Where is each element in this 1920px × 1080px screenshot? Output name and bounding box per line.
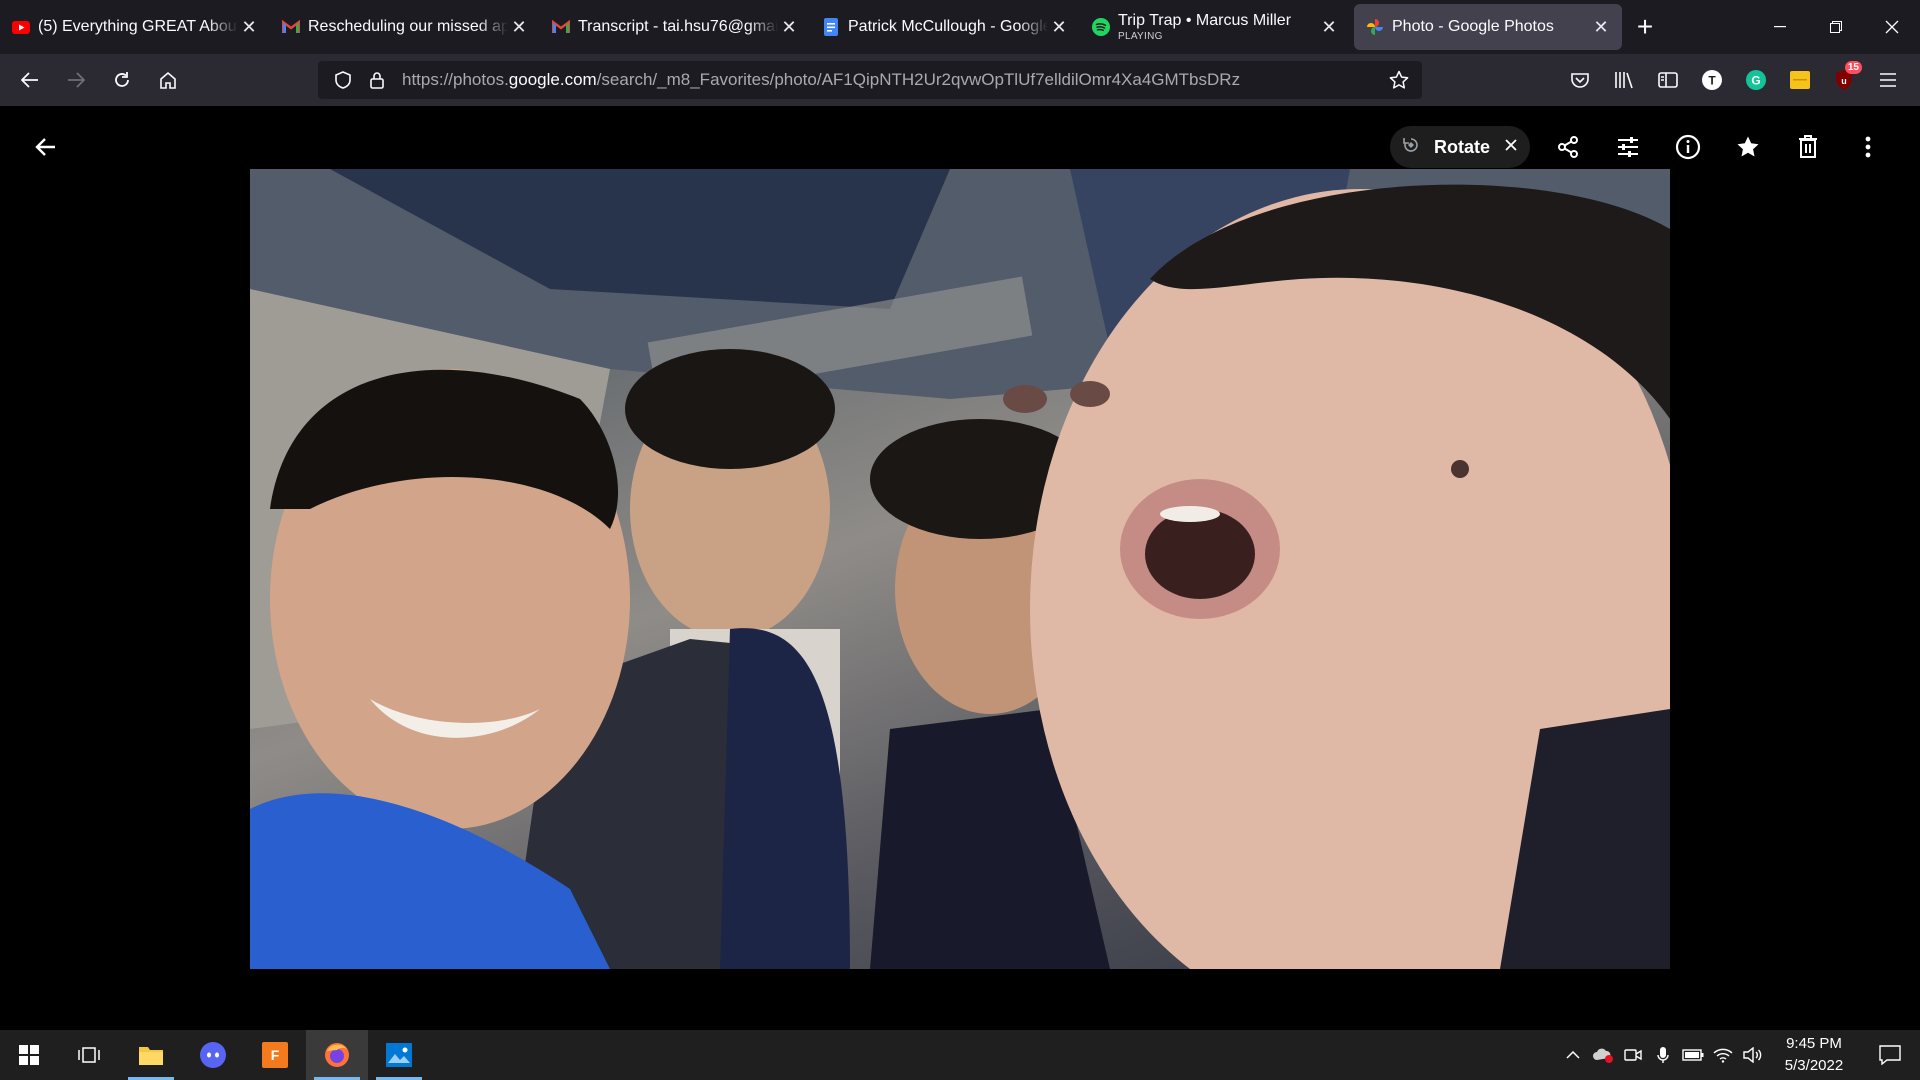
tab-title: Transcript - tai.hsu76@gmail.co <box>578 18 778 35</box>
url-path: /search/_m8_Favorites/photo/AF1QipNTH2Ur… <box>596 70 1241 89</box>
battery-icon[interactable] <box>1678 1030 1708 1080</box>
lock-icon[interactable] <box>362 65 392 95</box>
youtube-icon <box>12 18 30 36</box>
url-text: https://photos.google.com/search/_m8_Fav… <box>402 70 1240 90</box>
rotate-label: Rotate <box>1434 136 1491 157</box>
clock[interactable]: 9:45 PM 5/3/2022 <box>1768 1033 1860 1077</box>
tab-title: Trip Trap • Marcus Miller <box>1118 12 1292 29</box>
menu-hamburger-icon[interactable] <box>1866 58 1910 102</box>
tab-google-photos[interactable]: Photo - Google Photos ✕ <box>1354 4 1622 50</box>
info-icon[interactable] <box>1658 126 1718 168</box>
notification-center-icon[interactable] <box>1860 1030 1920 1080</box>
windows-taskbar: F 9:45 PM 5/3/2022 <box>0 1030 1920 1080</box>
tab-youtube[interactable]: (5) Everything GREAT About Sh ✕ <box>0 4 270 50</box>
task-view-icon[interactable] <box>58 1030 120 1080</box>
volume-icon[interactable] <box>1738 1030 1768 1080</box>
clock-time: 9:45 PM <box>1786 1035 1842 1052</box>
ublock-icon[interactable]: u 15 <box>1822 58 1866 102</box>
share-icon[interactable] <box>1538 126 1598 168</box>
gmail-icon <box>282 18 300 36</box>
rotate-button[interactable]: Rotate <box>1390 126 1530 168</box>
tab-title: Photo - Google Photos <box>1392 18 1554 35</box>
clock-date: 5/3/2022 <box>1784 1057 1844 1074</box>
tab-title: (5) Everything GREAT About Sh <box>38 18 238 35</box>
tab-gmail-transcript[interactable]: Transcript - tai.hsu76@gmail.co ✕ <box>540 4 810 50</box>
url-scheme: https://photos. <box>402 70 509 89</box>
microphone-icon[interactable] <box>1648 1030 1678 1080</box>
reload-icon[interactable] <box>100 58 144 102</box>
new-tab-button[interactable]: + <box>1622 4 1668 50</box>
close-tab-icon[interactable]: ✕ <box>508 16 530 38</box>
note-extension-icon[interactable] <box>1778 58 1822 102</box>
close-tab-icon[interactable]: ✕ <box>778 16 800 38</box>
google-docs-icon <box>822 18 840 36</box>
library-icon[interactable] <box>1602 58 1646 102</box>
firefox-taskbar-icon[interactable] <box>306 1030 368 1080</box>
photo-viewer: Rotate <box>0 106 1920 1030</box>
svg-text:G: G <box>1751 74 1760 88</box>
tracking-protection-shield-icon[interactable] <box>328 65 358 95</box>
minimize-icon[interactable] <box>1752 0 1808 54</box>
close-tab-icon[interactable]: ✕ <box>1318 16 1340 38</box>
svg-text:F: F <box>271 1047 280 1063</box>
restore-icon[interactable] <box>1808 0 1864 54</box>
edit-adjust-icon[interactable] <box>1598 126 1658 168</box>
discord-icon[interactable] <box>182 1030 244 1080</box>
close-tab-icon[interactable]: ✕ <box>1590 16 1612 38</box>
wifi-icon[interactable] <box>1708 1030 1738 1080</box>
home-icon[interactable] <box>146 58 190 102</box>
close-window-icon[interactable] <box>1864 0 1920 54</box>
close-tab-icon[interactable]: ✕ <box>1048 16 1070 38</box>
onedrive-error-icon[interactable] <box>1588 1030 1618 1080</box>
photo-image <box>250 169 1670 969</box>
gmail-icon <box>552 18 570 36</box>
photos-app-icon[interactable] <box>368 1030 430 1080</box>
windows-start-icon[interactable] <box>0 1030 58 1080</box>
google-photos-icon <box>1366 18 1384 36</box>
spotify-icon <box>1092 18 1110 36</box>
url-host: google.com <box>508 70 597 89</box>
address-bar[interactable]: https://photos.google.com/search/_m8_Fav… <box>318 61 1422 99</box>
tab-title: Rescheduling our missed appo <box>308 18 508 35</box>
favorite-star-icon[interactable] <box>1718 126 1778 168</box>
navigation-toolbar: https://photos.google.com/search/_m8_Fav… <box>0 54 1920 106</box>
bookmark-star-icon[interactable] <box>1384 65 1414 95</box>
tab-playing-label: PLAYING <box>1118 31 1163 42</box>
fusion-360-icon[interactable]: F <box>244 1030 306 1080</box>
extension-badge-count: 15 <box>1844 61 1862 74</box>
file-explorer-icon[interactable] <box>120 1030 182 1080</box>
meet-now-camera-icon[interactable] <box>1618 1030 1648 1080</box>
tab-spotify[interactable]: Trip Trap • Marcus Miller PLAYING ✕ <box>1080 4 1350 50</box>
close-tab-icon[interactable]: ✕ <box>238 16 260 38</box>
toolbar-extensions: T G u 15 <box>1558 58 1910 102</box>
system-tray: 9:45 PM 5/3/2022 <box>1558 1030 1920 1080</box>
sidebar-icon[interactable] <box>1646 58 1690 102</box>
tab-google-docs[interactable]: Patrick McCullough - Google D ✕ <box>810 4 1080 50</box>
close-rotate-icon[interactable] <box>1504 138 1518 157</box>
tab-gmail-rescheduling[interactable]: Rescheduling our missed appo ✕ <box>270 4 540 50</box>
tab-strip: (5) Everything GREAT About Sh ✕ Reschedu… <box>0 0 1920 54</box>
back-arrow-icon[interactable] <box>24 126 66 168</box>
more-options-icon[interactable] <box>1838 126 1898 168</box>
tab-title: Patrick McCullough - Google D <box>848 18 1048 35</box>
window-controls <box>1752 0 1920 54</box>
svg-text:T: T <box>1708 74 1716 88</box>
grammarly-icon[interactable]: G <box>1734 58 1778 102</box>
delete-trash-icon[interactable] <box>1778 126 1838 168</box>
forward-icon[interactable] <box>54 58 98 102</box>
rotate-icon <box>1402 136 1420 159</box>
account-avatar-icon[interactable]: T <box>1690 58 1734 102</box>
back-icon[interactable] <box>8 58 52 102</box>
show-hidden-icons-chevron-icon[interactable] <box>1558 1030 1588 1080</box>
pocket-icon[interactable] <box>1558 58 1602 102</box>
svg-text:u: u <box>1841 76 1847 86</box>
photo-actions <box>1538 126 1898 168</box>
